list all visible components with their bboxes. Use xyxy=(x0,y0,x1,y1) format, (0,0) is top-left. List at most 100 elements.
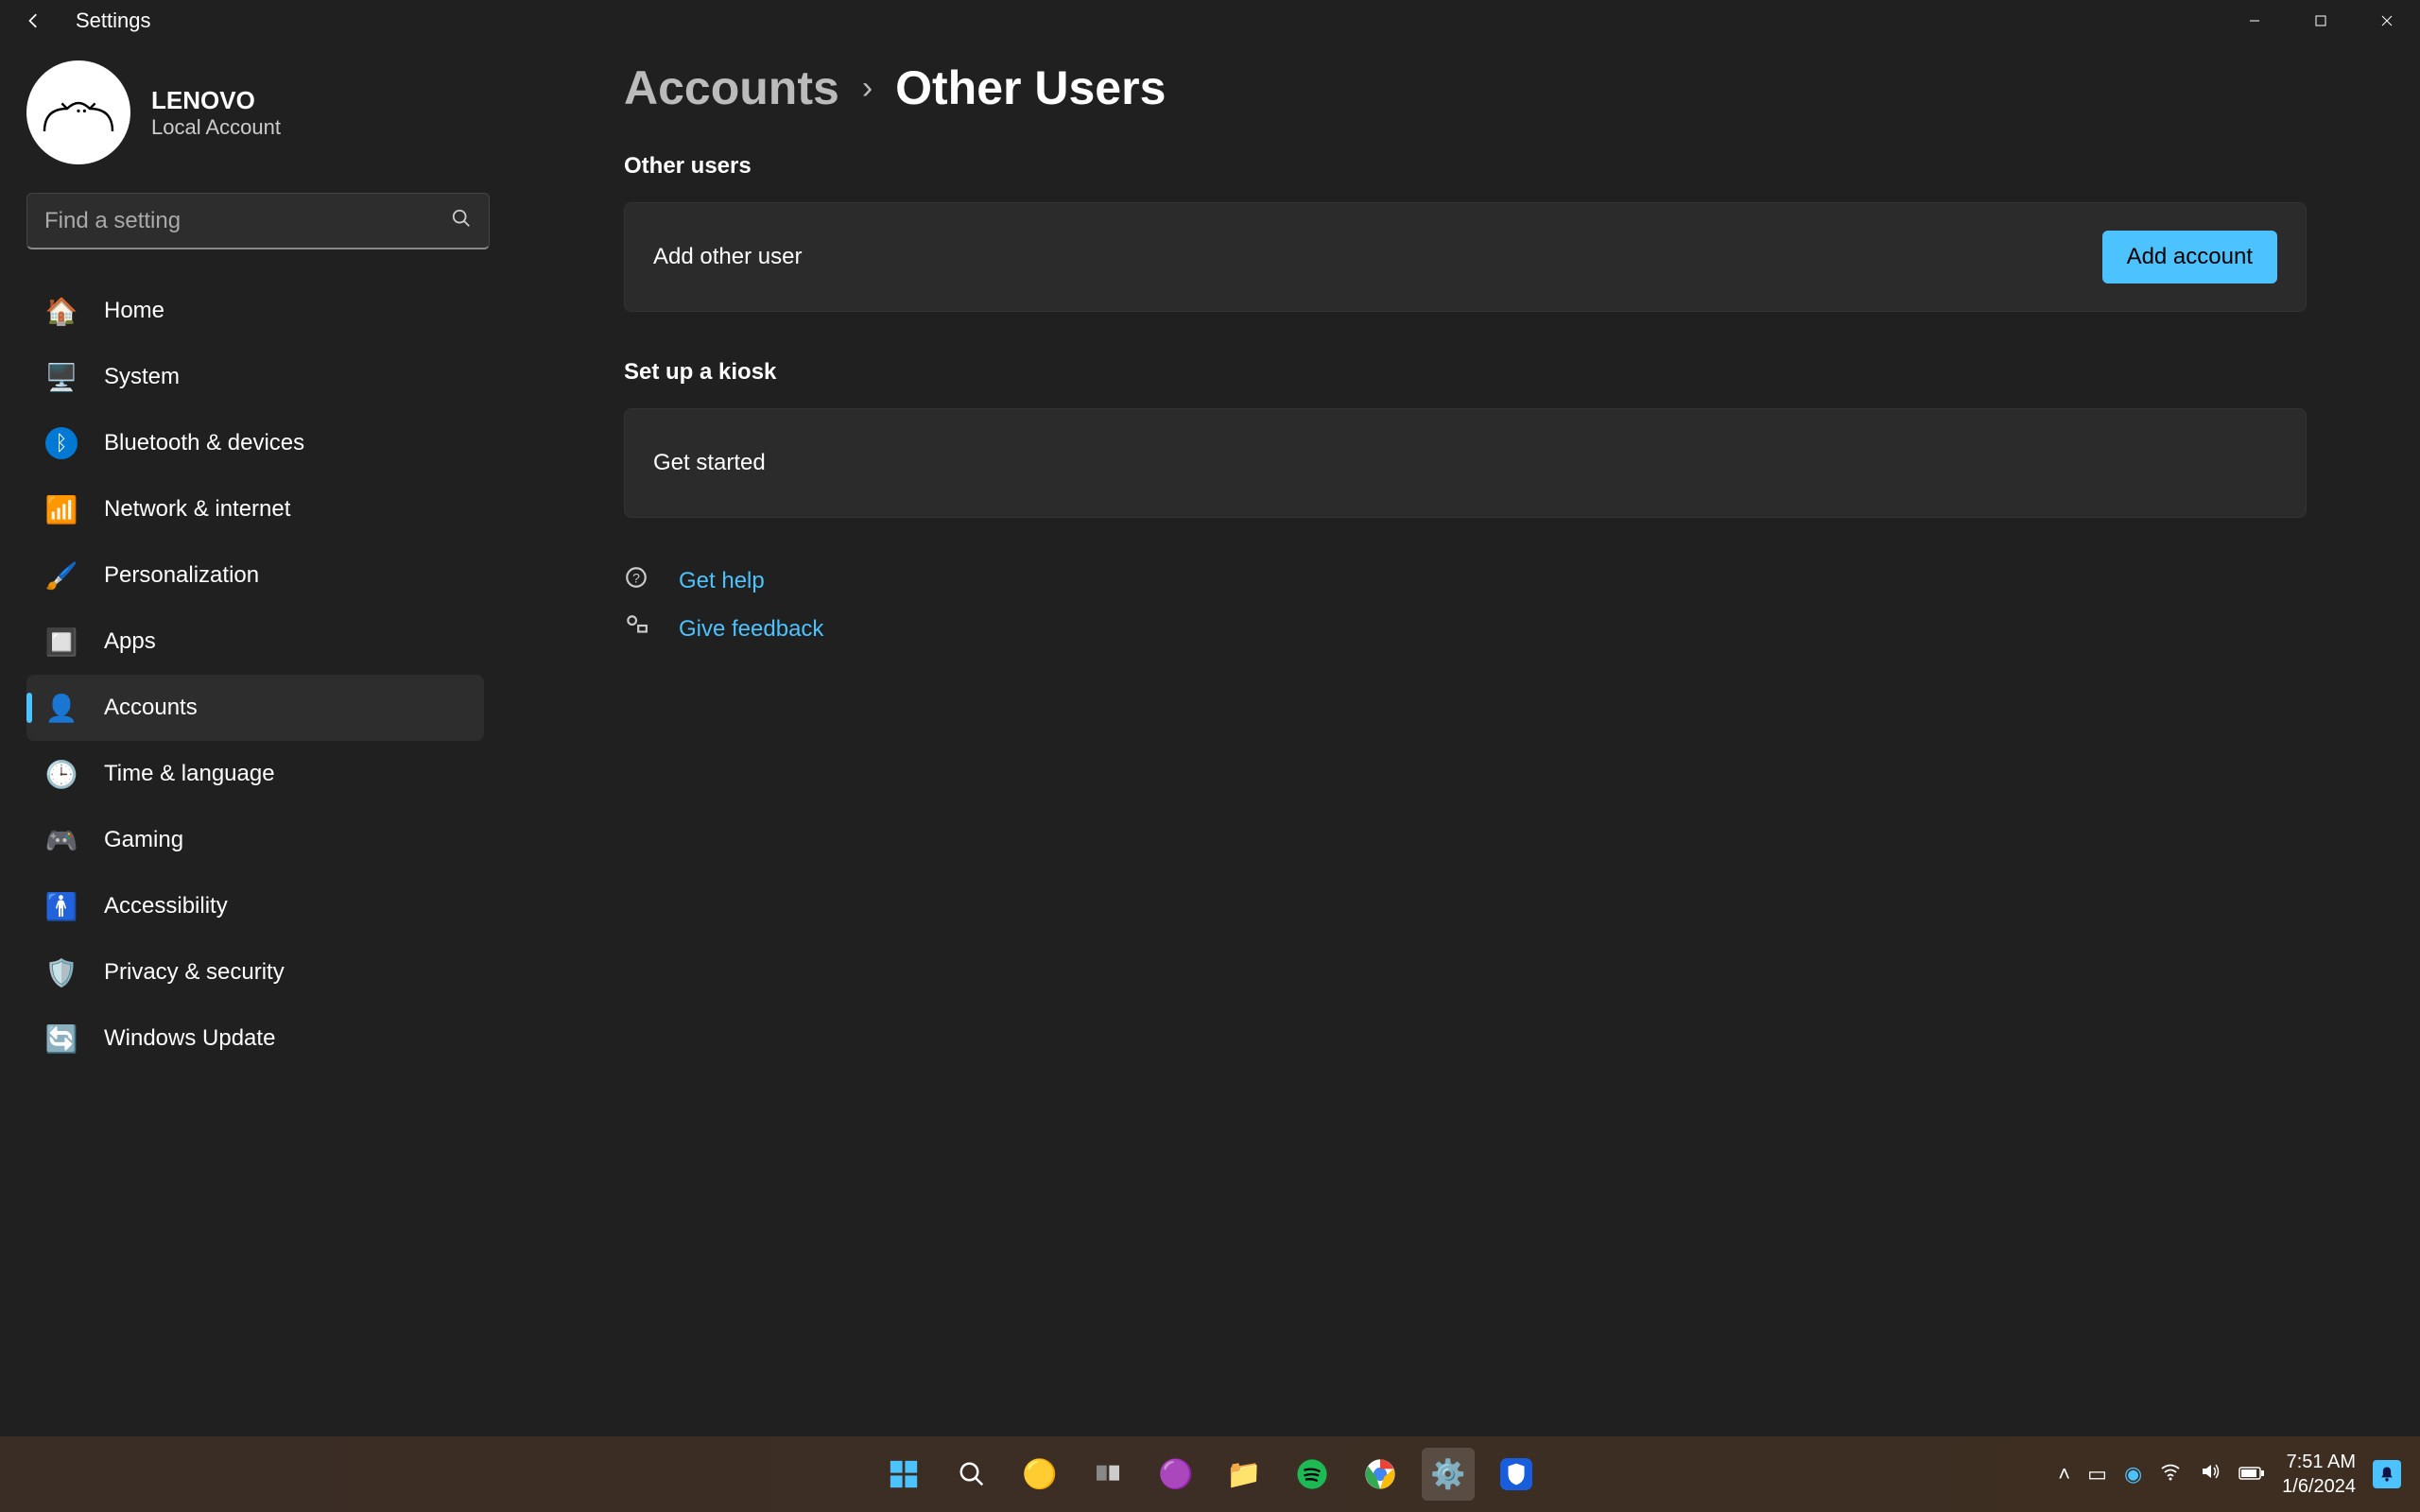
app-icon: 🟡 xyxy=(1022,1458,1057,1491)
brush-icon: 🖌️ xyxy=(45,559,78,592)
taskbar-settings[interactable]: ⚙️ xyxy=(1422,1448,1475,1501)
tray-app-icon[interactable]: ◉ xyxy=(2124,1462,2142,1486)
system-icon: 🖥️ xyxy=(45,361,78,393)
chrome-icon xyxy=(1364,1458,1396,1490)
person-icon: 👤 xyxy=(45,692,78,724)
sidebar-item-personalization[interactable]: 🖌️ Personalization xyxy=(26,542,484,609)
sidebar-item-label: Bluetooth & devices xyxy=(104,430,304,456)
tray-wifi-icon[interactable] xyxy=(2159,1460,2182,1488)
update-icon: 🔄 xyxy=(45,1022,78,1055)
breadcrumb: Accounts › Other Users xyxy=(624,60,2307,115)
give-feedback-row[interactable]: Give feedback xyxy=(624,613,2307,644)
maximize-button[interactable] xyxy=(2288,0,2354,42)
breadcrumb-parent[interactable]: Accounts xyxy=(624,60,839,115)
sidebar-item-windows-update[interactable]: 🔄 Windows Update xyxy=(26,1005,484,1072)
titlebar: Settings xyxy=(0,0,2420,42)
task-view-icon xyxy=(1093,1459,1123,1489)
close-button[interactable] xyxy=(2354,0,2420,42)
taskbar-app-3[interactable] xyxy=(1490,1448,1543,1501)
sidebar-item-home[interactable]: 🏠 Home xyxy=(26,278,484,344)
taskbar-chrome[interactable] xyxy=(1354,1448,1407,1501)
tray-battery-icon[interactable] xyxy=(2238,1462,2265,1486)
nav-list: 🏠 Home 🖥️System ᛒ Bluetooth & devices 📶Net… xyxy=(26,278,484,1072)
tray-volume-icon[interactable] xyxy=(2199,1460,2221,1488)
chevron-right-icon: › xyxy=(862,70,873,107)
date-text: 1/6/2024 xyxy=(2282,1474,2356,1499)
sidebar-item-label: Windows Update xyxy=(104,1025,275,1052)
main-content: Accounts › Other Users Other users Add o… xyxy=(510,42,2420,1436)
window-controls xyxy=(2221,0,2420,42)
sidebar-item-system[interactable]: 🖥️System xyxy=(26,344,484,410)
taskbar: 🟡 🟣 📁 ⚙️ ˄ ▭ ◉ 7:51 AM 1/6/2024 xyxy=(0,1436,2420,1512)
help-icon: ? xyxy=(624,565,652,596)
sidebar-item-gaming[interactable]: 🎮 Gaming xyxy=(26,807,484,873)
sidebar-item-label: Accessibility xyxy=(104,893,228,919)
taskbar-spotify[interactable] xyxy=(1286,1448,1339,1501)
search-field[interactable] xyxy=(26,193,490,249)
sidebar-item-time-language[interactable]: 🕒 Time & language xyxy=(26,741,484,807)
sidebar-item-label: Home xyxy=(104,298,164,324)
minimize-button[interactable] xyxy=(2221,0,2288,42)
sidebar-item-label: Time & language xyxy=(104,761,275,787)
bluetooth-icon: ᛒ xyxy=(45,427,78,459)
wifi-icon: 📶 xyxy=(45,493,78,525)
folder-icon: 📁 xyxy=(1226,1458,1261,1491)
avatar xyxy=(26,60,130,164)
home-icon: 🏠 xyxy=(45,295,78,327)
time-text: 7:51 AM xyxy=(2282,1450,2356,1474)
arrow-left-icon xyxy=(26,12,43,29)
app-icon: 🟣 xyxy=(1158,1458,1193,1491)
user-account-type: Local Account xyxy=(151,115,281,140)
sidebar-item-accounts[interactable]: 👤 Accounts xyxy=(26,675,484,741)
shield-app-icon xyxy=(1500,1458,1532,1490)
back-button[interactable] xyxy=(15,12,53,29)
kiosk-card[interactable]: Get started xyxy=(624,408,2307,518)
sidebar-item-accessibility[interactable]: 🚹Accessibility xyxy=(26,873,484,939)
sidebar-item-bluetooth[interactable]: ᛒ Bluetooth & devices xyxy=(26,410,484,476)
maximize-icon xyxy=(2314,14,2327,27)
get-started-label: Get started xyxy=(653,450,766,476)
taskbar-app-2[interactable]: 🟣 xyxy=(1150,1448,1202,1501)
search-icon xyxy=(451,208,472,234)
spotify-icon xyxy=(1296,1458,1328,1490)
sidebar-item-label: Privacy & security xyxy=(104,959,285,986)
taskbar-app-1[interactable]: 🟡 xyxy=(1013,1448,1066,1501)
gear-icon: ⚙️ xyxy=(1430,1458,1465,1491)
sidebar-item-label: Apps xyxy=(104,628,156,655)
sidebar-item-label: Personalization xyxy=(104,562,259,589)
add-other-user-card: Add other user Add account xyxy=(624,202,2307,312)
windows-icon xyxy=(888,1458,920,1490)
taskbar-center: 🟡 🟣 📁 ⚙️ xyxy=(877,1448,1543,1501)
close-icon xyxy=(2380,14,2394,27)
svg-text:?: ? xyxy=(632,570,640,585)
sidebar-item-network[interactable]: 📶Network & internet xyxy=(26,476,484,542)
tray-chevron-up-icon[interactable]: ˄ xyxy=(2058,1462,2070,1486)
clock-icon: 🕒 xyxy=(45,758,78,790)
give-feedback-link[interactable]: Give feedback xyxy=(679,616,823,643)
sidebar-item-label: Gaming xyxy=(104,827,183,853)
taskbar-search-button[interactable] xyxy=(945,1448,998,1501)
taskbar-clock[interactable]: 7:51 AM 1/6/2024 xyxy=(2282,1450,2356,1499)
search-icon xyxy=(958,1460,986,1488)
sidebar-item-apps[interactable]: 🔲Apps xyxy=(26,609,484,675)
taskbar-task-view[interactable] xyxy=(1081,1448,1134,1501)
sidebar-item-label: Accounts xyxy=(104,695,198,721)
gaming-icon: 🎮 xyxy=(45,824,78,856)
user-card[interactable]: LENOVO Local Account xyxy=(26,60,484,164)
start-button[interactable] xyxy=(877,1448,930,1501)
user-name: LENOVO xyxy=(151,86,281,115)
sidebar-item-privacy[interactable]: 🛡️Privacy & security xyxy=(26,939,484,1005)
sidebar: LENOVO Local Account 🏠 Home 🖥️System ᛒ Blu… xyxy=(0,42,510,1436)
app-title: Settings xyxy=(76,9,151,33)
get-help-link[interactable]: Get help xyxy=(679,568,765,594)
feedback-icon xyxy=(624,613,652,644)
section-title-other-users: Other users xyxy=(624,153,2307,180)
search-input[interactable] xyxy=(44,208,451,234)
notification-center[interactable] xyxy=(2373,1460,2401,1488)
tray-rectangle-icon[interactable]: ▭ xyxy=(2087,1462,2107,1486)
bell-icon xyxy=(2377,1465,2396,1484)
system-tray: ˄ ▭ ◉ 7:51 AM 1/6/2024 xyxy=(2058,1436,2420,1512)
add-account-button[interactable]: Add account xyxy=(2102,231,2277,284)
taskbar-file-explorer[interactable]: 📁 xyxy=(1218,1448,1270,1501)
get-help-row[interactable]: ? Get help xyxy=(624,565,2307,596)
